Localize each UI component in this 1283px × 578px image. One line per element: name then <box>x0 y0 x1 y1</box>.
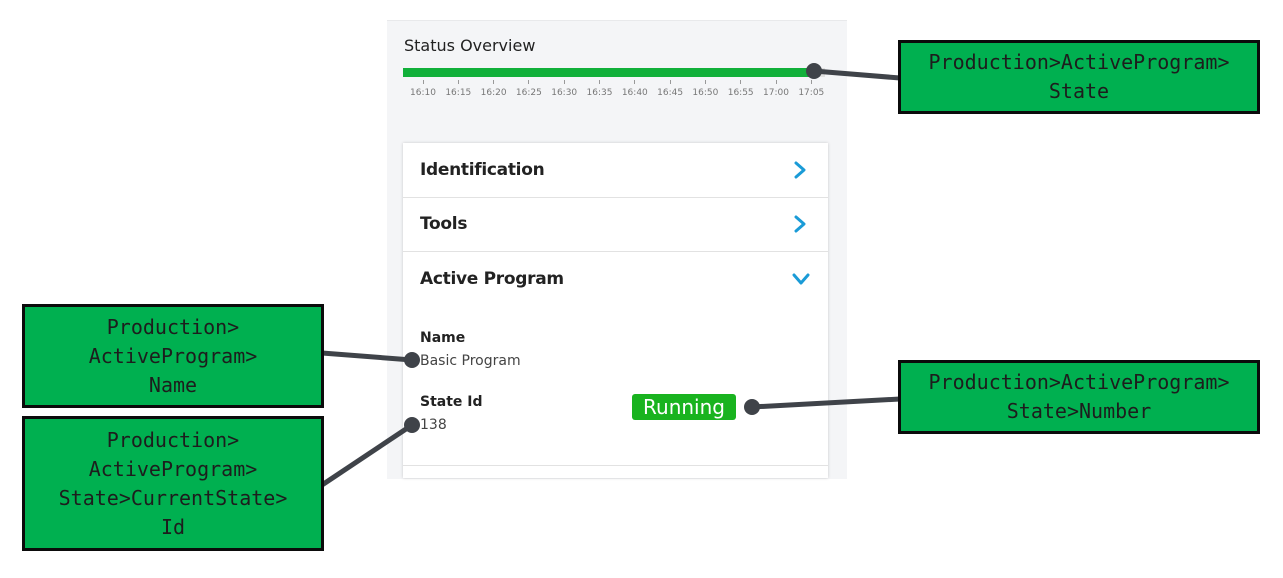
callout-state: Production>ActiveProgram> State <box>898 40 1260 114</box>
connector-state <box>813 68 901 81</box>
callout-name: Production> ActiveProgram> Name <box>22 304 324 408</box>
connector-name <box>321 350 413 363</box>
connector-dot-state <box>806 63 822 79</box>
callout-number: Production>ActiveProgram> State>Number <box>898 360 1260 434</box>
connector-dot-number <box>744 399 760 415</box>
connector-dot-name <box>404 352 420 368</box>
callout-id: Production> ActiveProgram> State>Current… <box>22 416 324 551</box>
connector-dot-id <box>404 417 420 433</box>
connector-id <box>320 422 414 488</box>
connector-number <box>751 396 901 410</box>
